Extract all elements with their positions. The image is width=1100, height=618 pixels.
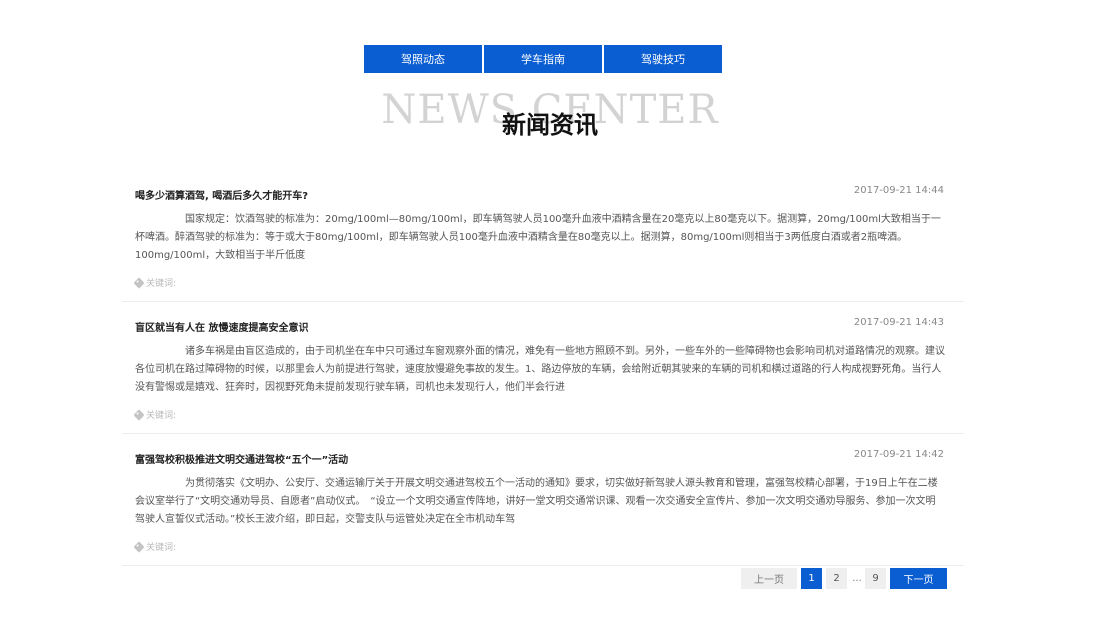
pagination-ellipsis: ...	[852, 573, 862, 584]
pagination: 上一页 1 2 ... 9 下一页	[741, 568, 947, 589]
news-date: 2017-09-21 14:44	[853, 185, 944, 196]
news-keywords: 关键词:	[133, 540, 177, 553]
news-keywords: 关键词:	[133, 276, 177, 289]
news-title-link[interactable]: 富强驾校积极推进文明交通进驾校“五个一”活动	[135, 451, 348, 466]
news-title-link[interactable]: 盲区就当有人在 放慢速度提高安全意识	[135, 319, 308, 334]
page-2-button[interactable]: 2	[826, 568, 847, 589]
heading-chinese: 新闻资讯	[502, 111, 598, 139]
tab-learning-guide[interactable]: 学车指南	[484, 45, 602, 73]
tag-icon	[133, 408, 145, 421]
keywords-label: 关键词:	[146, 411, 177, 421]
tab-driving-tips[interactable]: 驾驶技巧	[604, 45, 722, 73]
keywords-label: 关键词:	[146, 543, 177, 553]
news-item: 盲区就当有人在 放慢速度提高安全意识 2017-09-21 14:43 诸多车祸…	[122, 302, 964, 434]
news-summary: 国家规定：饮酒驾驶的标准为：20mg/100ml—80mg/100ml，即车辆驾…	[135, 214, 941, 261]
page-last-button[interactable]: 9	[865, 568, 886, 589]
next-page-button[interactable]: 下一页	[890, 568, 947, 589]
tag-icon	[133, 540, 145, 553]
tag-icon	[133, 276, 145, 289]
news-item: 富强驾校积极推进文明交通进驾校“五个一”活动 2017-09-21 14:42 …	[122, 434, 964, 566]
prev-page-button[interactable]: 上一页	[741, 568, 797, 589]
news-item: 喝多少酒算酒驾, 喝酒后多久才能开车? 2017-09-21 14:44 国家规…	[122, 170, 964, 302]
news-date: 2017-09-21 14:43	[853, 317, 944, 328]
page-1-button[interactable]: 1	[801, 568, 822, 589]
keywords-label: 关键词:	[146, 279, 177, 289]
news-summary: 诸多车祸是由盲区造成的，由于司机坐在车中只可通过车窗观察外面的情况，难免有一些地…	[135, 346, 945, 393]
news-list: 喝多少酒算酒驾, 喝酒后多久才能开车? 2017-09-21 14:44 国家规…	[122, 170, 964, 566]
news-date: 2017-09-21 14:42	[853, 449, 944, 460]
news-summary: 为贯彻落实《文明办、公安厅、交通运输厅关于开展文明交通进驾校五个一活动的通知》要…	[135, 478, 938, 525]
section-heading: NEWS CENTER 新闻资讯	[0, 86, 1100, 146]
tab-license-news[interactable]: 驾照动态	[364, 45, 482, 73]
news-title-link[interactable]: 喝多少酒算酒驾, 喝酒后多久才能开车?	[135, 187, 308, 202]
news-keywords: 关键词:	[133, 408, 177, 421]
category-tabs: 驾照动态 学车指南 驾驶技巧	[364, 45, 722, 73]
